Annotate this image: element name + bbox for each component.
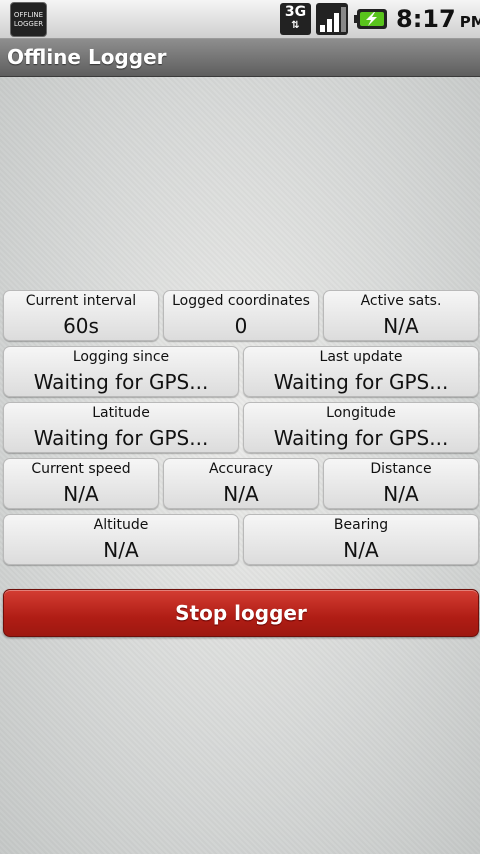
- accuracy-label: Accuracy: [209, 461, 273, 477]
- clock-time: 8:17: [396, 5, 456, 33]
- notif-icon-line2: LOGGER: [13, 19, 44, 28]
- latitude-panel: Latitude Waiting for GPS...: [3, 402, 239, 453]
- logged-coordinates-label: Logged coordinates: [172, 293, 310, 309]
- current-interval-value: 60s: [63, 314, 99, 338]
- current-interval-label: Current interval: [25, 293, 137, 309]
- altitude-label: Altitude: [93, 517, 149, 533]
- bearing-panel: Bearing N/A: [243, 514, 479, 565]
- distance-panel: Distance N/A: [323, 458, 479, 509]
- logged-coordinates-panel: Logged coordinates 0: [163, 290, 319, 341]
- notif-icon-line1: OFFLINE: [13, 10, 44, 19]
- data-arrows-icon: ⇅: [291, 20, 300, 31]
- logged-coordinates-value: 0: [234, 314, 248, 338]
- current-speed-panel: Current speed N/A: [3, 458, 159, 509]
- last-update-label: Last update: [319, 349, 403, 365]
- network-type: 3G: [284, 4, 307, 20]
- logging-since-value: Waiting for GPS...: [33, 370, 209, 394]
- longitude-label: Longitude: [326, 405, 396, 421]
- altitude-value: N/A: [103, 538, 139, 562]
- status-bar: OFFLINE LOGGER 3G ⇅ 8:17 PM: [0, 0, 480, 39]
- accuracy-value: N/A: [223, 482, 259, 506]
- current-speed-label: Current speed: [31, 461, 131, 477]
- title-bar: Offline Logger: [0, 39, 480, 77]
- bearing-value: N/A: [343, 538, 379, 562]
- battery-charging-icon: [354, 9, 387, 29]
- distance-label: Distance: [370, 461, 432, 477]
- clock: 8:17 PM: [396, 4, 480, 34]
- bearing-label: Bearing: [333, 517, 389, 533]
- longitude-value: Waiting for GPS...: [273, 426, 449, 450]
- stop-logger-button[interactable]: Stop logger: [3, 589, 479, 637]
- app-notification-icon[interactable]: OFFLINE LOGGER: [10, 2, 47, 37]
- logging-since-label: Logging since: [72, 349, 170, 365]
- active-sats-value: N/A: [383, 314, 419, 338]
- current-speed-value: N/A: [63, 482, 99, 506]
- 3g-data-icon: 3G ⇅: [280, 3, 311, 35]
- current-interval-panel: Current interval 60s: [3, 290, 159, 341]
- last-update-value: Waiting for GPS...: [273, 370, 449, 394]
- page-title: Offline Logger: [7, 45, 167, 69]
- active-sats-label: Active sats.: [360, 293, 442, 309]
- accuracy-panel: Accuracy N/A: [163, 458, 319, 509]
- altitude-panel: Altitude N/A: [3, 514, 239, 565]
- longitude-panel: Longitude Waiting for GPS...: [243, 402, 479, 453]
- latitude-label: Latitude: [92, 405, 150, 421]
- latitude-value: Waiting for GPS...: [33, 426, 209, 450]
- logging-since-panel: Logging since Waiting for GPS...: [3, 346, 239, 397]
- active-sats-panel: Active sats. N/A: [323, 290, 479, 341]
- last-update-panel: Last update Waiting for GPS...: [243, 346, 479, 397]
- clock-ampm: PM: [459, 13, 480, 31]
- distance-value: N/A: [383, 482, 419, 506]
- signal-strength-icon: [316, 3, 348, 35]
